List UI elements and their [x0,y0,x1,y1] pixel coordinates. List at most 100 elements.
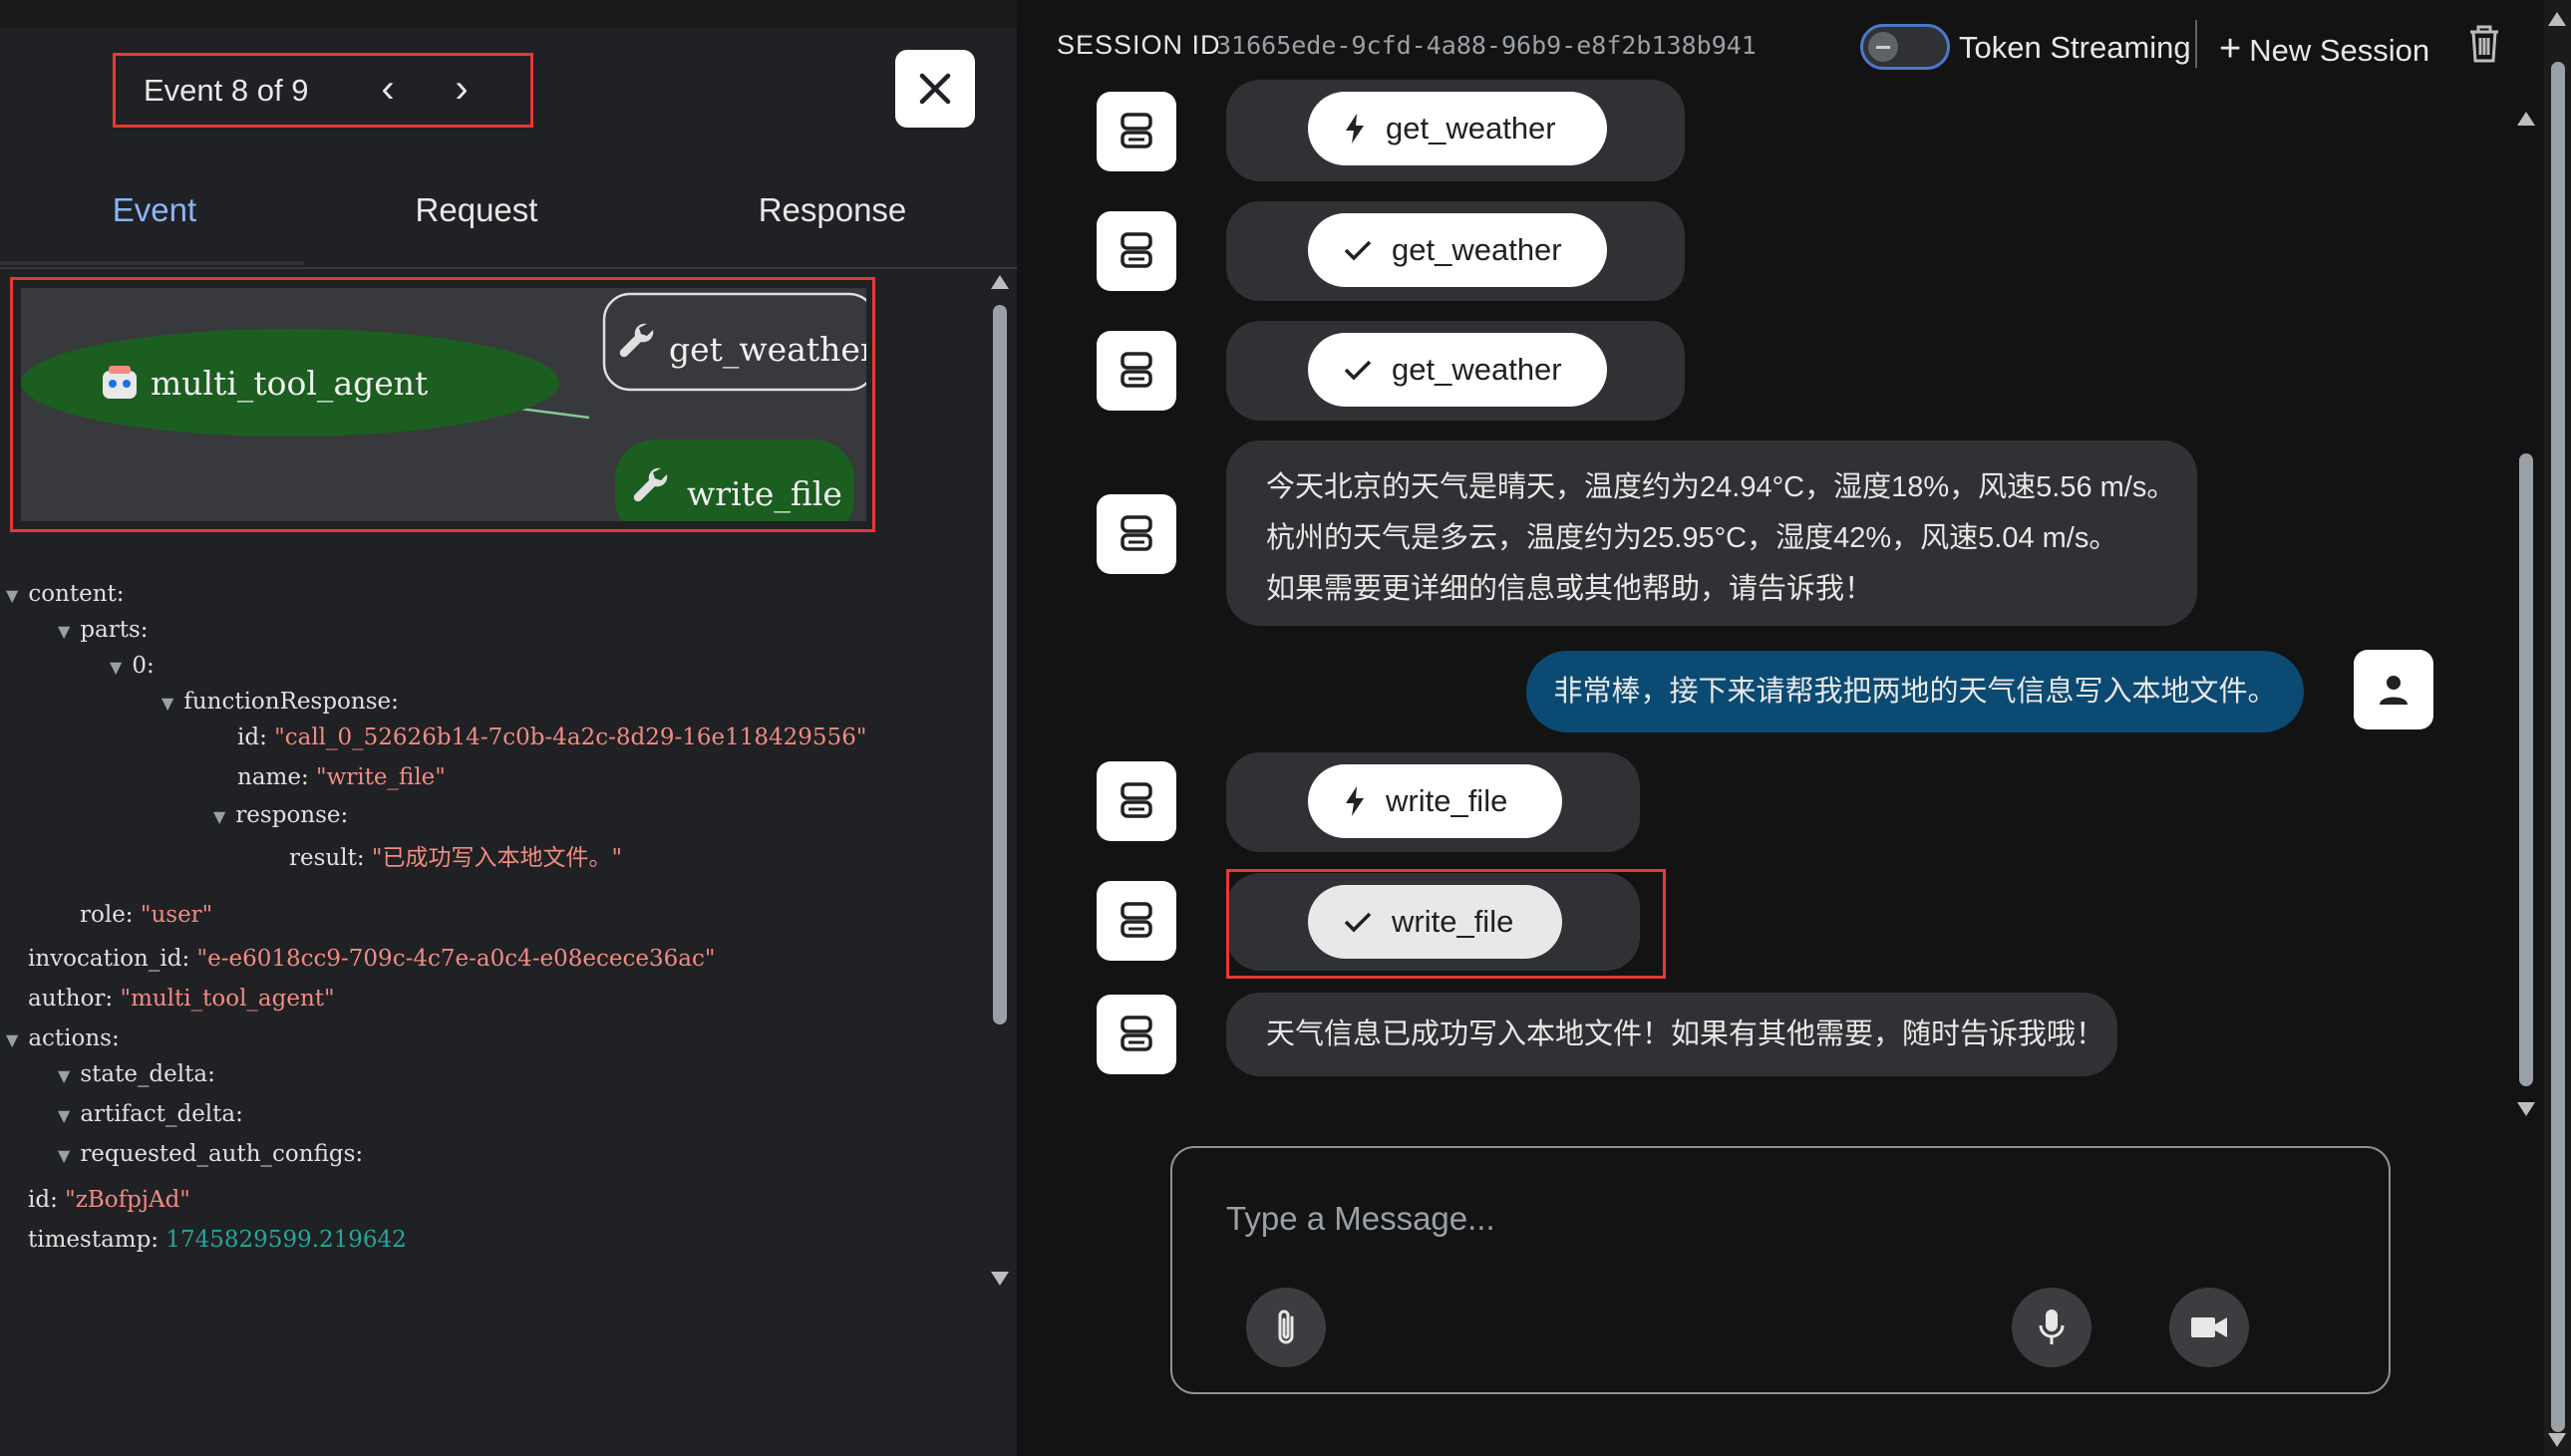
tree-actions[interactable]: ▼ actions: [6,1025,120,1051]
tree-invocation-id: invocation_id: "e-e6018cc9-709c-4c7e-a0c… [28,946,716,972]
tab-event[interactable]: Event [60,155,249,265]
event-panel-scrollbar[interactable] [989,267,1013,1294]
tree-state-delta[interactable]: ▼ state_delta: [58,1061,215,1087]
scroll-up-arrow-icon[interactable] [991,275,1009,289]
function-call-bubble: write_file [1226,752,1640,852]
tree-function-response[interactable]: ▼ functionResponse: [161,689,399,715]
agent-graph-svg: multi_tool_agent get_weather write_file [21,292,877,539]
event-navigator: Event 8 of 9 ‹ › [113,53,533,128]
next-event-chevron-right-icon[interactable]: › [437,62,486,118]
event-counter: Event 8 of 9 [144,73,309,108]
function-response-chip[interactable]: get_weather [1308,333,1607,407]
scroll-down-arrow-icon[interactable] [2548,1433,2566,1447]
token-streaming-label: Token Streaming [1959,30,2191,65]
bolt-icon [1346,114,1364,144]
tree-call-id: id: "call_0_52626b14-7c0b-4a2c-8d29-16e1… [237,725,867,750]
attach-file-button[interactable] [1246,1288,1326,1367]
tree-event-id: id: "zBofpjAd" [28,1187,190,1213]
tree-content[interactable]: ▼ content: [6,581,125,607]
agent-avatar-bot-icon [1097,494,1176,574]
header-divider [2195,20,2197,68]
top-strip [0,0,1017,28]
new-session-button[interactable]: + New Session [2219,28,2429,71]
scroll-up-arrow-icon[interactable] [2548,12,2566,26]
video-camera-button[interactable] [2169,1288,2249,1367]
node-write-file-label: write_file [687,474,842,514]
event-panel: Event 8 of 9 ‹ › Event Request Response [0,28,1017,1456]
session-id-label: SESSION ID [1057,30,1221,60]
chat-scrollbar[interactable] [2514,100,2540,1124]
active-tab-indicator [0,261,304,265]
agent-avatar-bot-icon [1097,881,1176,961]
microphone-button[interactable] [2012,1288,2091,1367]
agent-avatar-bot-icon [1097,995,1176,1074]
tree-response[interactable]: ▼ response: [213,802,348,828]
scrollbar-thumb[interactable] [2551,62,2565,1432]
expand-triangle-icon: ▼ [161,694,174,713]
toggle-knob [1868,32,1898,62]
agent-avatar-bot-icon [1097,761,1176,841]
agent-avatar-bot-icon [1097,92,1176,171]
agent-message-bubble: 天气信息已成功写入本地文件！如果有其他需要，随时告诉我哦！ [1226,993,2117,1076]
delete-session-trash-icon[interactable] [2466,24,2502,69]
check-icon [1344,240,1372,261]
tree-requested-auth-configs[interactable]: ▼ requested_auth_configs: [58,1141,363,1167]
scroll-down-arrow-icon[interactable] [2517,1102,2535,1116]
close-panel-button[interactable] [895,50,975,128]
check-icon [1344,360,1372,381]
agent-message-line: 今天北京的天气是晴天，温度约为24.94°C，湿度18%，风速5.56 m/s。 [1266,471,2176,503]
event-tabs: Event Request Response [0,155,1017,269]
agent-avatar-bot-icon [1097,331,1176,411]
scroll-up-arrow-icon[interactable] [2517,112,2535,126]
tree-index-0[interactable]: ▼ 0: [110,653,155,679]
tree-author: author: "multi_tool_agent" [28,986,335,1012]
scroll-down-arrow-icon[interactable] [991,1272,1009,1286]
selected-event-highlight [1226,869,1666,979]
function-call-chip[interactable]: write_file [1308,764,1562,838]
tree-name: name: "write_file" [237,764,446,790]
microphone-icon [2039,1310,2065,1344]
agent-graph-highlight: multi_tool_agent get_weather write_file [10,277,877,539]
function-response-chip[interactable]: get_weather [1308,213,1607,287]
prev-event-chevron-left-icon[interactable]: ‹ [363,62,413,118]
expand-triangle-icon: ▼ [213,807,226,826]
expand-triangle-icon: ▼ [58,1066,71,1085]
agent-avatar-bot-icon [1097,211,1176,291]
agent-message-line: 杭州的天气是多云，温度约为25.95°C，湿度42%，风速5.04 m/s。 [1266,522,2118,554]
tree-artifact-delta[interactable]: ▼ artifact_delta: [58,1101,243,1127]
node-agent-label: multi_tool_agent [151,364,428,404]
node-get-weather-label: get_weather [669,330,866,370]
tree-parts[interactable]: ▼ parts: [58,617,149,643]
expand-triangle-icon: ▼ [58,622,71,641]
scrollbar-thumb[interactable] [2519,453,2533,1086]
tree-result: result: "已成功写入本地文件。" [289,845,623,871]
expand-triangle-icon: ▼ [6,586,19,605]
message-input-placeholder[interactable]: Type a Message... [1226,1200,1495,1238]
plus-icon: + [2219,28,2242,70]
tab-response[interactable]: Response [728,155,937,265]
session-id-value: 31665ede-9cfd-4a88-96b9-e8f2b138b941 [1216,31,1757,60]
agent-message-line: 如果需要更详细的信息或其他帮助，请告诉我！ [1266,573,1874,605]
message-input-box[interactable]: Type a Message... [1170,1146,2391,1394]
tree-timestamp: timestamp: 1745829599.219642 [28,1227,407,1253]
expand-triangle-icon: ▼ [58,1106,71,1125]
function-response-bubble: get_weather [1226,201,1685,301]
user-avatar-person-icon [2354,650,2433,729]
scrollbar-thumb[interactable] [993,305,1007,1024]
function-response-bubble: get_weather [1226,321,1685,421]
user-message-bubble: 非常棒，接下来请帮我把两地的天气信息写入本地文件。 [1526,651,2304,732]
token-streaming-toggle[interactable] [1860,24,1950,70]
tab-request[interactable]: Request [377,155,576,265]
paperclip-icon [1278,1310,1294,1344]
function-call-chip[interactable]: get_weather [1308,92,1607,165]
expand-triangle-icon: ▼ [58,1146,71,1165]
close-icon [919,73,951,105]
agent-message-bubble: 今天北京的天气是晴天，温度约为24.94°C，湿度18%，风速5.56 m/s。… [1226,440,2197,626]
expand-triangle-icon: ▼ [6,1030,19,1049]
window-scrollbar[interactable] [2544,0,2571,1456]
video-camera-icon [2191,1317,2227,1337]
expand-triangle-icon: ▼ [110,658,123,677]
function-call-bubble: get_weather [1226,80,1685,181]
agent-graph: multi_tool_agent get_weather write_file [21,288,877,539]
bolt-icon [1346,786,1364,816]
